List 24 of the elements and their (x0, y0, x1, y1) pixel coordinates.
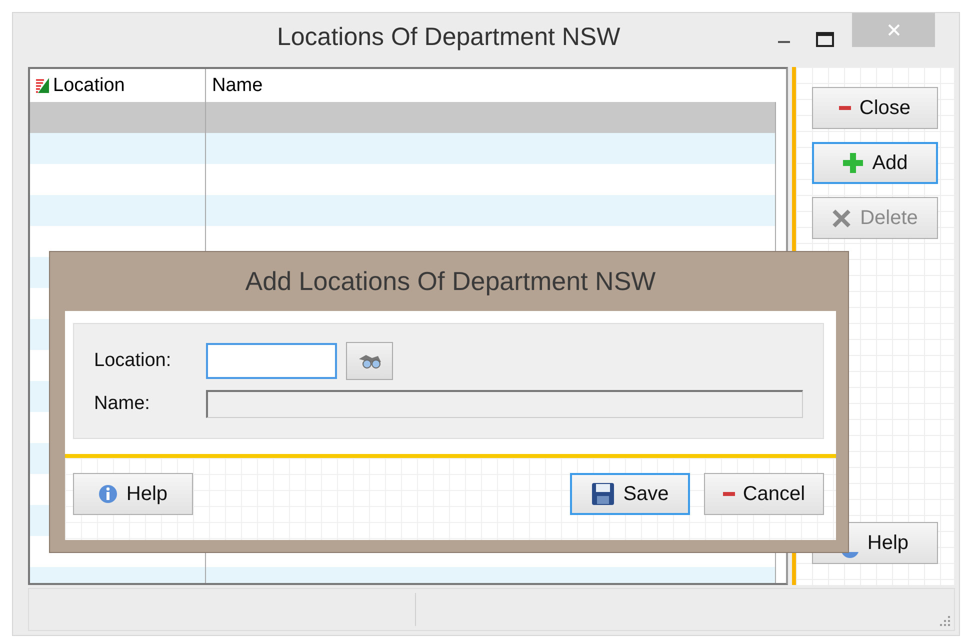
column-label: Location (53, 74, 125, 96)
field-label: Location: (94, 350, 172, 372)
field-label: Name: (94, 393, 151, 415)
dialog-button[interactable]: Cancel (704, 473, 824, 515)
minus-icon (722, 492, 735, 496)
toolbar-button[interactable]: Close (812, 87, 938, 129)
binoculars-icon (358, 353, 382, 369)
info-icon (98, 484, 118, 504)
maximize-icon[interactable] (816, 32, 834, 48)
input-field[interactable] (206, 343, 337, 379)
lookup-button[interactable] (346, 342, 393, 380)
close-icon (886, 23, 900, 37)
window-title: Locations Of Department NSW (277, 23, 620, 52)
resize-grip-icon[interactable] (939, 615, 951, 627)
dialog-button[interactable]: Save (570, 473, 690, 515)
toolbar-button[interactable]: Add (812, 142, 938, 184)
dialog-button[interactable]: Help (73, 473, 193, 515)
close-button[interactable] (852, 13, 935, 47)
cross-icon (832, 208, 852, 228)
filter-icon (36, 78, 49, 93)
dialog-title: Add Locations Of Department NSW (244, 265, 657, 298)
minus-icon (839, 106, 852, 110)
plus-icon (842, 152, 864, 174)
column-header[interactable]: Name (206, 69, 786, 102)
